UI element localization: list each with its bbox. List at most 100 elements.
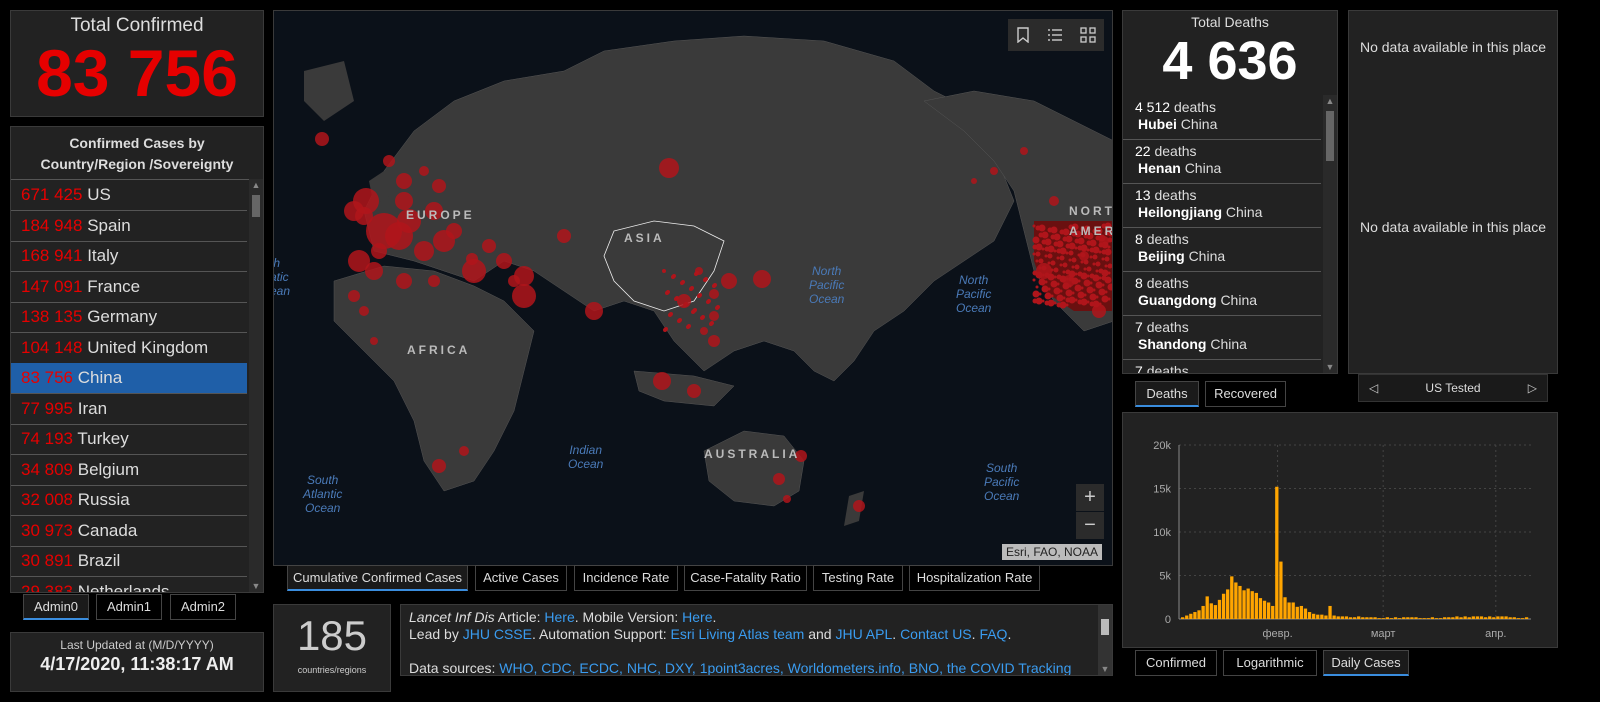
data-sources-links[interactable]: WHO, CDC, ECDC, NHC, DXY, 1point3acres, … xyxy=(499,660,1071,675)
case-bubble[interactable] xyxy=(1083,279,1091,287)
case-bubble[interactable] xyxy=(695,271,699,275)
case-bubble[interactable] xyxy=(1056,294,1064,302)
case-bubble[interactable] xyxy=(585,302,603,320)
map-panel[interactable]: EUROPE ASIA AFRICA AUSTRALIA NORTH AMERI… xyxy=(273,10,1113,566)
case-bubble[interactable] xyxy=(1032,252,1036,256)
faq-link[interactable]: FAQ xyxy=(979,626,1007,642)
case-bubble[interactable] xyxy=(1095,281,1103,289)
case-bubble[interactable] xyxy=(1104,264,1108,268)
zoom-in-button[interactable]: + xyxy=(1076,484,1104,511)
case-bubble[interactable] xyxy=(1056,248,1062,254)
case-bubble[interactable] xyxy=(990,167,998,175)
country-row[interactable]: 671 425 US xyxy=(11,180,247,211)
case-bubble[interactable] xyxy=(700,327,708,335)
country-row[interactable]: 32 008 Russia xyxy=(11,485,247,516)
case-bubble[interactable] xyxy=(446,223,462,239)
case-bubble[interactable] xyxy=(1053,249,1057,253)
case-bubble[interactable] xyxy=(1101,249,1107,255)
case-bubble[interactable] xyxy=(1041,247,1045,251)
jhu-csse-link[interactable]: JHU CSSE xyxy=(463,626,532,642)
case-bubble[interactable] xyxy=(1059,229,1065,235)
case-bubble[interactable] xyxy=(365,262,383,280)
case-bubble[interactable] xyxy=(482,239,496,253)
info-scrollbar[interactable]: ▼ xyxy=(1098,605,1112,675)
case-bubble[interactable] xyxy=(512,284,536,308)
tab-deaths[interactable]: Deaths xyxy=(1135,381,1199,407)
death-row[interactable]: 22 deaths Henan China xyxy=(1123,139,1321,184)
case-bubble[interactable] xyxy=(1056,302,1062,308)
case-bubble[interactable] xyxy=(1053,241,1059,247)
case-bubble[interactable] xyxy=(1059,275,1067,283)
legend-list-icon[interactable] xyxy=(1047,27,1063,43)
case-bubble[interactable] xyxy=(1089,247,1095,253)
case-bubble[interactable] xyxy=(428,275,440,287)
death-row[interactable]: 8 deaths Beijing China xyxy=(1123,227,1321,272)
country-row[interactable]: 184 948 Spain xyxy=(11,211,247,242)
case-bubble[interactable] xyxy=(1065,297,1071,303)
case-bubble[interactable] xyxy=(1065,251,1069,255)
case-bubble[interactable] xyxy=(1080,272,1088,280)
tab-map-layer[interactable]: Cumulative Confirmed Cases xyxy=(287,565,468,591)
tab-map-layer[interactable]: Case-Fatality Ratio xyxy=(684,565,807,591)
case-bubble[interactable] xyxy=(1098,288,1106,296)
case-bubble[interactable] xyxy=(1044,246,1050,252)
case-bubble[interactable] xyxy=(710,321,714,325)
case-bubble[interactable] xyxy=(1083,267,1087,271)
case-bubble[interactable] xyxy=(681,280,685,284)
case-bubble[interactable] xyxy=(1038,266,1042,270)
article-link[interactable]: Here xyxy=(544,609,574,625)
case-bubble[interactable] xyxy=(1083,259,1089,265)
country-row[interactable]: 34 809 Belgium xyxy=(11,455,247,486)
case-bubble[interactable] xyxy=(371,243,387,259)
case-bubble[interactable] xyxy=(1080,252,1086,258)
death-row[interactable]: 7 deaths Shandong China xyxy=(1123,315,1321,360)
country-row[interactable]: 83 756 China xyxy=(11,363,247,394)
case-bubble[interactable] xyxy=(753,270,771,288)
case-bubble[interactable] xyxy=(496,253,512,269)
esri-link[interactable]: Esri Living Atlas team xyxy=(670,626,804,642)
case-bubble[interactable] xyxy=(1020,147,1028,155)
next-arrow-icon[interactable]: ▷ xyxy=(1528,375,1537,401)
case-bubble[interactable] xyxy=(653,372,671,390)
case-bubble[interactable] xyxy=(1050,280,1058,288)
case-bubble[interactable] xyxy=(1032,244,1038,250)
tab-map-layer[interactable]: Hospitalization Rate xyxy=(909,565,1040,591)
case-bubble[interactable] xyxy=(1065,243,1071,249)
case-bubble[interactable] xyxy=(1074,264,1080,270)
case-bubble[interactable] xyxy=(1035,251,1041,257)
case-bubble[interactable] xyxy=(713,283,717,287)
case-bubble[interactable] xyxy=(1089,255,1093,259)
case-bubble[interactable] xyxy=(1047,227,1053,233)
country-row[interactable]: 138 135 Germany xyxy=(11,302,247,333)
case-bubble[interactable] xyxy=(678,318,682,322)
case-bubble[interactable] xyxy=(1050,260,1056,266)
case-bubble[interactable] xyxy=(773,473,785,485)
case-bubble[interactable] xyxy=(1035,271,1043,279)
case-bubble[interactable] xyxy=(419,166,429,176)
death-row[interactable]: 4 512 deaths Hubei China xyxy=(1123,95,1321,140)
case-bubble[interactable] xyxy=(1049,196,1059,206)
case-bubble[interactable] xyxy=(508,275,520,287)
case-bubble[interactable] xyxy=(662,269,666,273)
case-bubble[interactable] xyxy=(684,302,688,306)
case-bubble[interactable] xyxy=(1077,299,1083,305)
case-bubble[interactable] xyxy=(1098,250,1102,254)
case-bubble[interactable] xyxy=(1065,289,1073,297)
tab-logarithmic[interactable]: Logarithmic xyxy=(1223,650,1317,676)
case-bubble[interactable] xyxy=(1032,278,1036,282)
case-bubble[interactable] xyxy=(1068,258,1072,262)
case-bubble[interactable] xyxy=(721,273,737,289)
case-bubble[interactable] xyxy=(459,446,469,456)
case-bubble[interactable] xyxy=(701,315,705,319)
case-bubble[interactable] xyxy=(1032,298,1038,304)
case-bubble[interactable] xyxy=(1080,260,1084,264)
case-bubble[interactable] xyxy=(666,290,670,294)
case-bubble[interactable] xyxy=(1041,239,1047,245)
case-bubble[interactable] xyxy=(669,312,673,316)
case-bubble[interactable] xyxy=(687,384,701,398)
case-bubble[interactable] xyxy=(1038,258,1044,264)
death-list-scrollbar[interactable]: ▲ ▼ xyxy=(1323,95,1337,373)
case-bubble[interactable] xyxy=(1062,282,1070,290)
country-row[interactable]: 77 995 Iran xyxy=(11,394,247,425)
country-row[interactable]: 168 941 Italy xyxy=(11,241,247,272)
